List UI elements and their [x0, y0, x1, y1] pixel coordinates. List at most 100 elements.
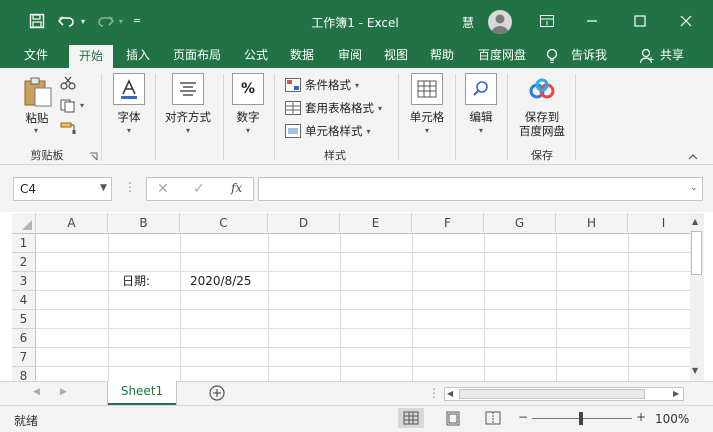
- column-header-f[interactable]: F: [412, 213, 484, 234]
- tab-formulas[interactable]: 公式: [236, 43, 276, 68]
- column-header-c[interactable]: C: [180, 213, 268, 234]
- scroll-left-icon[interactable]: ◀: [447, 389, 453, 398]
- undo-dropdown-icon[interactable]: ▾: [78, 9, 88, 33]
- zoom-out-button[interactable]: −: [518, 410, 528, 424]
- minimize-icon[interactable]: [582, 9, 602, 33]
- tab-baidu-netdisk[interactable]: 百度网盘: [470, 43, 534, 68]
- row-header-8[interactable]: 8: [12, 367, 36, 381]
- baidu-disk-label: 百度网盘: [519, 124, 565, 138]
- cell-b3[interactable]: 日期:: [122, 272, 150, 291]
- editing-button[interactable]: 编辑 ▾: [461, 73, 501, 135]
- scroll-down-icon[interactable]: ▼: [692, 366, 698, 375]
- row-header-6[interactable]: 6: [12, 329, 36, 348]
- redo-icon[interactable]: [94, 9, 116, 33]
- clipboard-launcher-icon[interactable]: [89, 150, 98, 161]
- collapse-ribbon-icon[interactable]: [688, 150, 698, 160]
- expand-formula-icon[interactable]: ⌄: [690, 183, 698, 193]
- number-button[interactable]: % 数字 ▾: [228, 73, 268, 135]
- row-header-1[interactable]: 1: [12, 234, 36, 253]
- cell-styles-button[interactable]: 单元格样式 ▾: [285, 122, 371, 140]
- row-header-2[interactable]: 2: [12, 253, 36, 272]
- tab-file[interactable]: 文件: [14, 43, 58, 68]
- font-button[interactable]: 字体 ▾: [107, 73, 151, 135]
- scroll-right-icon[interactable]: ▶: [673, 389, 679, 398]
- baidu-cloud-icon[interactable]: [528, 78, 556, 102]
- column-header-d[interactable]: D: [268, 213, 340, 234]
- select-all-corner[interactable]: [12, 213, 36, 234]
- tab-home[interactable]: 开始: [69, 45, 113, 68]
- formula-input[interactable]: [258, 177, 703, 201]
- sheet-prev-icon[interactable]: ◀: [33, 387, 40, 397]
- sheet-tab-sheet1[interactable]: Sheet1: [108, 381, 176, 405]
- row-header-5[interactable]: 5: [12, 310, 36, 329]
- ribbon-display-icon[interactable]: [537, 9, 557, 33]
- number-label: 数字: [236, 110, 260, 124]
- avatar[interactable]: [488, 10, 512, 34]
- row-header-3[interactable]: 3: [12, 272, 36, 291]
- format-as-table-button[interactable]: 套用表格格式 ▾: [285, 99, 382, 117]
- save-to-baidu-button[interactable]: 保存到 百度网盘: [513, 110, 571, 138]
- vertical-scroll-thumb[interactable]: [691, 231, 702, 275]
- tab-help[interactable]: 帮助: [422, 43, 462, 68]
- undo-icon[interactable]: [56, 9, 78, 33]
- horizontal-scrollbar[interactable]: ◀ ▶: [444, 387, 684, 401]
- column-header-a[interactable]: A: [36, 213, 108, 234]
- tab-page-layout[interactable]: 页面布局: [165, 43, 229, 68]
- customize-quick-access-icon[interactable]: ═: [130, 9, 144, 33]
- cut-icon[interactable]: [60, 76, 76, 90]
- horizontal-scroll-thumb[interactable]: [459, 389, 645, 399]
- insert-function-icon[interactable]: fx: [231, 181, 242, 195]
- copy-icon[interactable]: [60, 99, 76, 113]
- maximize-icon[interactable]: [630, 9, 650, 33]
- column-header-i[interactable]: I: [628, 213, 690, 234]
- font-label: 字体: [117, 110, 141, 124]
- enter-icon[interactable]: ✓: [193, 181, 205, 197]
- page-break-view-icon[interactable]: [480, 408, 506, 428]
- paste-dropdown-icon[interactable]: ▾: [34, 126, 38, 135]
- zoom-slider-thumb[interactable]: [579, 412, 583, 425]
- zoom-in-button[interactable]: +: [636, 410, 646, 424]
- conditional-format-button[interactable]: 条件格式 ▾: [285, 76, 359, 94]
- close-icon[interactable]: [676, 9, 696, 33]
- cell-styles-dropdown-icon: ▾: [366, 126, 371, 136]
- share-person-icon[interactable]: [639, 48, 654, 64]
- tab-review[interactable]: 审阅: [330, 43, 370, 68]
- status-ready: 就绪: [14, 414, 39, 428]
- sheet-next-icon[interactable]: ▶: [60, 387, 67, 397]
- format-painter-icon[interactable]: [60, 121, 76, 135]
- cell-c3[interactable]: 2020/8/25: [190, 272, 252, 291]
- share-button[interactable]: 共享: [656, 43, 688, 68]
- name-box-dropdown-icon[interactable]: ▼: [100, 183, 107, 193]
- redo-dropdown-icon[interactable]: ▾: [116, 9, 126, 33]
- column-header-h[interactable]: H: [556, 213, 628, 234]
- paste-button[interactable]: 粘贴: [20, 110, 54, 126]
- row-header-7[interactable]: 7: [12, 348, 36, 367]
- tab-data[interactable]: 数据: [282, 43, 322, 68]
- page-layout-view-icon[interactable]: [440, 408, 466, 428]
- paste-icon[interactable]: [22, 76, 54, 108]
- lightbulb-icon[interactable]: [545, 48, 559, 64]
- editing-label: 编辑: [469, 110, 493, 124]
- alignment-button[interactable]: 对齐方式 ▾: [160, 73, 216, 135]
- row-header-4[interactable]: 4: [12, 291, 36, 310]
- cancel-icon[interactable]: ✕: [157, 181, 169, 197]
- scroll-up-icon[interactable]: ▲: [692, 217, 698, 226]
- column-header-e[interactable]: E: [340, 213, 412, 234]
- column-header-g[interactable]: G: [484, 213, 556, 234]
- column-header-b[interactable]: B: [108, 213, 180, 234]
- worksheet-grid[interactable]: A B C D E F G H I 1 2 3 4 5 6 7 8 日期: 20…: [12, 213, 690, 381]
- tell-me-search[interactable]: 告诉我: [566, 43, 612, 68]
- normal-view-icon[interactable]: [398, 408, 424, 428]
- name-box[interactable]: C4: [13, 177, 112, 201]
- tab-splitter-icon[interactable]: ⋮: [428, 386, 440, 400]
- cells-button[interactable]: 单元格 ▾: [404, 73, 450, 135]
- save-icon[interactable]: [26, 9, 48, 33]
- copy-dropdown-icon[interactable]: ▾: [80, 101, 84, 110]
- tab-insert[interactable]: 插入: [119, 43, 157, 68]
- add-sheet-icon[interactable]: [209, 385, 225, 401]
- tab-view[interactable]: 视图: [376, 43, 416, 68]
- title-bar: ▾ ▾ ═ 工作簿1 - Excel 慧: [0, 0, 713, 43]
- user-name[interactable]: 慧: [462, 14, 474, 31]
- zoom-level[interactable]: 100%: [655, 412, 689, 426]
- vertical-scrollbar[interactable]: ▲ ▼: [690, 213, 704, 381]
